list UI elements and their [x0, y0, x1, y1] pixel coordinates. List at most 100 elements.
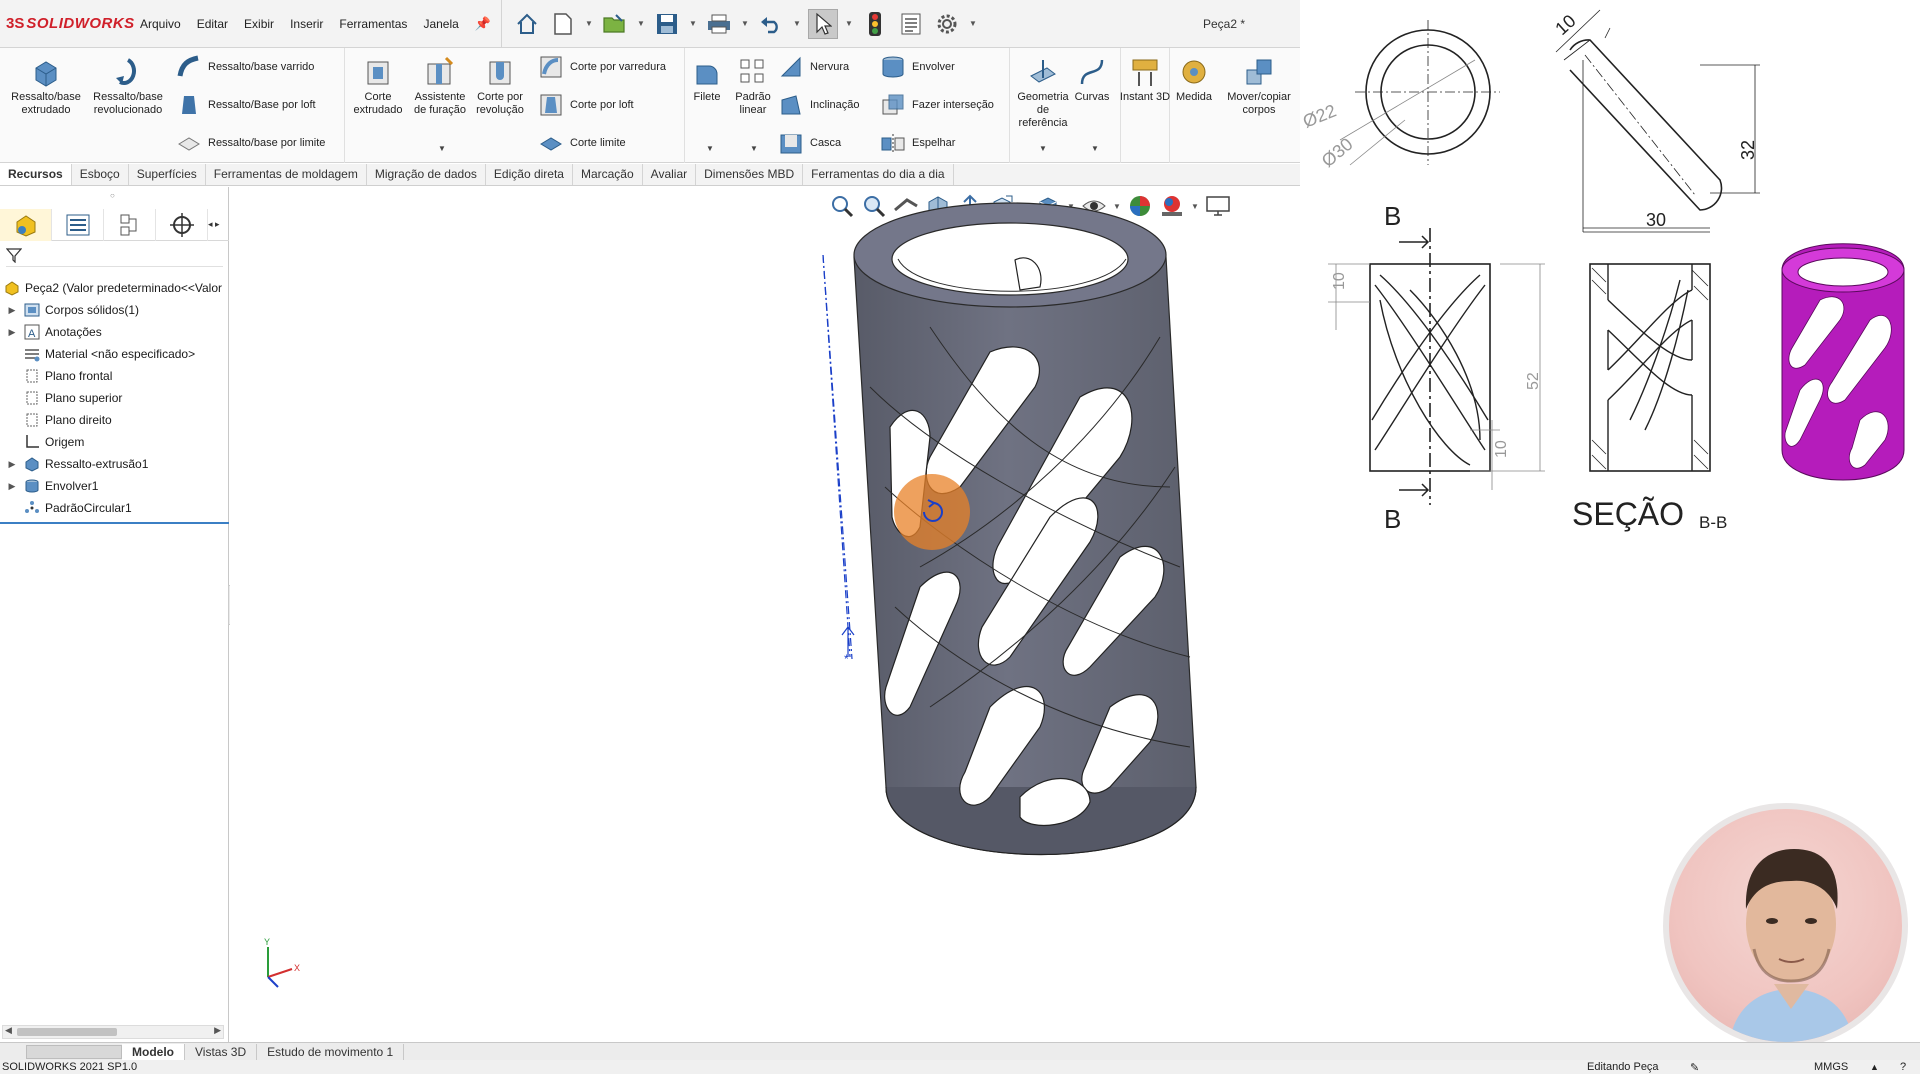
- scroll-left-icon[interactable]: ◀: [5, 1025, 12, 1036]
- tab-recursos[interactable]: Recursos: [0, 164, 72, 185]
- rebuild-button[interactable]: [860, 9, 890, 39]
- draft-button[interactable]: Inclinação: [778, 92, 860, 118]
- move-group: Mover/copiar corpos: [1220, 48, 1300, 163]
- rebuild-indicator-icon[interactable]: ✎: [1690, 1061, 1699, 1074]
- panel-splitter-dot[interactable]: ○: [110, 191, 115, 200]
- panel-tab-scroll-arrows[interactable]: ◂ ▸: [208, 219, 228, 230]
- 3d-model-twisted-cylinder[interactable]: * Y X: [230, 187, 1300, 1045]
- extrude-boss-button[interactable]: Ressalto/base extrudado: [6, 52, 86, 117]
- expand-arrow-icon[interactable]: ▶: [6, 481, 18, 492]
- boundary-cut-button[interactable]: Corte limite: [538, 130, 626, 156]
- chevron-up-icon[interactable]: ▲: [1870, 1062, 1879, 1072]
- tab-superficies[interactable]: Superfícies: [129, 164, 206, 185]
- help-icon[interactable]: ?: [1900, 1061, 1906, 1073]
- chevron-down-icon[interactable]: ▼: [1039, 144, 1047, 153]
- revolved-cut-button[interactable]: Corte por revolução: [468, 52, 532, 117]
- chevron-down-icon[interactable]: ▼: [438, 144, 446, 153]
- intersect-button[interactable]: Fazer interseção: [880, 92, 994, 118]
- hole-wizard-button[interactable]: Assistente de furação: [408, 52, 472, 117]
- tree-item-annotations[interactable]: ▶ A Anotações: [0, 321, 229, 343]
- mirror-button[interactable]: Espelhar: [880, 130, 955, 156]
- shell-button[interactable]: Casca: [778, 130, 841, 156]
- menu-editar[interactable]: Editar: [189, 17, 236, 31]
- loft-boss-button[interactable]: Ressalto/Base por loft: [176, 92, 316, 118]
- tab-avaliar[interactable]: Avaliar: [643, 164, 697, 185]
- expand-arrow-icon[interactable]: ▶: [6, 459, 18, 470]
- home-button[interactable]: [512, 9, 542, 39]
- tree-item-wrap[interactable]: ▶ Envolver1: [0, 475, 229, 497]
- tree-filter[interactable]: [5, 247, 223, 267]
- instant3d-button[interactable]: Instant 3D: [1118, 52, 1172, 104]
- chevron-down-icon[interactable]: ▼: [792, 19, 802, 28]
- tree-item-boss-extrude[interactable]: ▶ Ressalto-extrusão1: [0, 453, 229, 475]
- lofted-cut-button[interactable]: Corte por loft: [538, 92, 634, 118]
- options-button[interactable]: [932, 9, 962, 39]
- menu-inserir[interactable]: Inserir: [282, 17, 331, 31]
- tab-configuration-manager[interactable]: [104, 208, 156, 241]
- expand-arrow-icon[interactable]: ▶: [6, 305, 18, 316]
- tab-migracao-de-dados[interactable]: Migração de dados: [367, 164, 486, 185]
- wrap-button[interactable]: Envolver: [880, 54, 955, 80]
- tab-property-manager[interactable]: [52, 208, 104, 241]
- undo-button[interactable]: [756, 9, 786, 39]
- tab-ferramentas-de-moldagem[interactable]: Ferramentas de moldagem: [206, 164, 367, 185]
- tab-motion-study[interactable]: Estudo de movimento 1: [257, 1043, 405, 1060]
- select-button[interactable]: [808, 8, 838, 39]
- tree-item-right-plane[interactable]: Plano direito: [0, 409, 229, 431]
- boundary-boss-button[interactable]: Ressalto/base por limite: [176, 130, 325, 156]
- save-button[interactable]: [652, 9, 682, 39]
- tree-root-part[interactable]: Peça2 (Valor predeterminado<<Valor: [0, 277, 229, 299]
- tree-item-material[interactable]: Material <não especificado>: [0, 343, 229, 365]
- rollback-bar[interactable]: [0, 522, 229, 524]
- chevron-down-icon[interactable]: ▼: [740, 19, 750, 28]
- chevron-down-icon[interactable]: ▼: [750, 144, 758, 153]
- file-properties-button[interactable]: [896, 9, 926, 39]
- revolve-boss-button[interactable]: Ressalto/base revolucionado: [88, 52, 168, 117]
- expand-arrow-icon[interactable]: ▶: [6, 327, 18, 338]
- tab-3d-views[interactable]: Vistas 3D: [185, 1043, 258, 1060]
- swept-boss-button[interactable]: Ressalto/base varrido: [176, 54, 314, 80]
- solidworks-logo[interactable]: 3S SOLIDWORKS: [0, 15, 134, 32]
- chevron-down-icon[interactable]: ▼: [706, 144, 714, 153]
- tree-item-front-plane[interactable]: Plano frontal: [0, 365, 229, 387]
- menu-ferramentas[interactable]: Ferramentas: [331, 17, 415, 31]
- menu-janela[interactable]: Janela: [415, 17, 466, 31]
- pin-icon[interactable]: 📌: [475, 16, 491, 32]
- tree-item-solid-bodies[interactable]: ▶ Corpos sólidos(1): [0, 299, 229, 321]
- tree-item-top-plane[interactable]: Plano superior: [0, 387, 229, 409]
- chevron-down-icon[interactable]: ▼: [1091, 144, 1099, 153]
- chevron-down-icon[interactable]: ▼: [968, 19, 978, 28]
- tab-edicao-direta[interactable]: Edição direta: [486, 164, 573, 185]
- status-units[interactable]: MMGS: [1814, 1061, 1848, 1073]
- tab-model[interactable]: Modelo: [122, 1043, 185, 1060]
- tab-feature-manager[interactable]: [0, 208, 52, 241]
- menu-arquivo[interactable]: Arquivo: [132, 17, 189, 31]
- horizontal-scrollbar[interactable]: ◀ ▶: [2, 1025, 224, 1039]
- menu-exibir[interactable]: Exibir: [236, 17, 282, 31]
- scrollbar-thumb[interactable]: [17, 1028, 117, 1036]
- graphics-area[interactable]: ▼ ▼ ▼ ▼: [230, 187, 1300, 1045]
- tree-item-origin[interactable]: Origem: [0, 431, 229, 453]
- tab-dimxpert-manager[interactable]: [156, 208, 208, 241]
- extruded-cut-button[interactable]: Corte extrudado: [346, 52, 410, 117]
- chevron-down-icon[interactable]: ▼: [636, 19, 646, 28]
- tab-ferramentas-do-dia-a-dia[interactable]: Ferramentas do dia a dia: [803, 164, 954, 185]
- chevron-down-icon[interactable]: ▼: [584, 19, 594, 28]
- tree-item-circular-pattern[interactable]: PadrãoCircular1: [0, 497, 229, 519]
- scroll-right-icon[interactable]: ▶: [214, 1025, 221, 1036]
- move-copy-bodies-button[interactable]: Mover/copiar corpos: [1220, 52, 1298, 117]
- rib-button[interactable]: Nervura: [778, 54, 849, 80]
- swept-cut-button[interactable]: Corte por varredura: [538, 54, 666, 80]
- chevron-down-icon[interactable]: ▼: [844, 19, 854, 28]
- tab-marcacao[interactable]: Marcação: [573, 164, 643, 185]
- chevron-down-icon[interactable]: ▼: [688, 19, 698, 28]
- curves-button[interactable]: Curvas: [1065, 52, 1119, 104]
- tab-dimensoes-mbd[interactable]: Dimensões MBD: [696, 164, 804, 185]
- new-document-button[interactable]: [548, 9, 578, 39]
- open-button[interactable]: [600, 9, 630, 39]
- measure-button[interactable]: Medida: [1167, 52, 1221, 104]
- tab-esboco[interactable]: Esboço: [72, 164, 129, 185]
- linear-pattern-button[interactable]: Padrão linear: [726, 52, 780, 117]
- tab-navigation-arrows[interactable]: [26, 1044, 122, 1059]
- print-button[interactable]: [704, 9, 734, 39]
